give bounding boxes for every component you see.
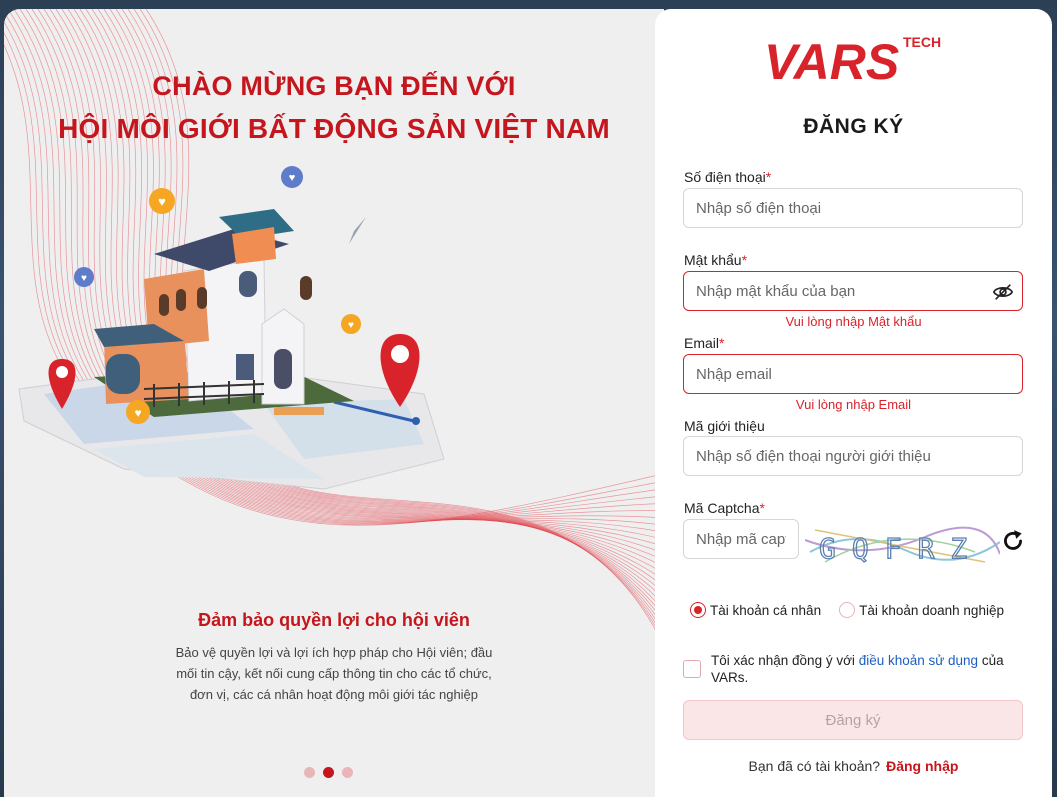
house-illustration: ♥ ♥ ♥ ♥ ♥ (18, 166, 445, 490)
login-prompt-text: Bạn đã có tài khoản? (748, 758, 881, 774)
required-mark: * (719, 335, 725, 351)
phone-label: Số điện thoại* (684, 169, 771, 185)
svg-text:♥: ♥ (348, 320, 354, 331)
welcome-panel: CHÀO MỪNG BẠN ĐẾN VỚI HỘI MÔI GIỚI BẤT Đ… (4, 9, 664, 797)
heart-bubble-icon: ♥ (281, 166, 303, 188)
terms-link[interactable]: điều khoản sử dụng (859, 653, 978, 668)
svg-text:♥: ♥ (158, 194, 166, 209)
required-mark: * (765, 169, 772, 185)
slide-description: Bảo vệ quyền lợi và lợi ích hợp pháp cho… (175, 645, 493, 702)
captcha-input[interactable] (683, 519, 799, 559)
terms-agreement: Tôi xác nhận đồng ý với điều khoản sử dụ… (683, 652, 1023, 686)
carousel-dot[interactable] (342, 767, 353, 778)
welcome-title-line2: HỘI MÔI GIỚI BẤT ĐỘNG SẢN VIỆT NAM (58, 113, 610, 144)
logo-text: VARS (764, 34, 899, 87)
required-mark: * (759, 500, 765, 516)
form-title: ĐĂNG KÝ (803, 115, 904, 138)
carousel-dots (304, 767, 353, 778)
login-link[interactable]: Đăng nhập (886, 758, 958, 774)
referral-label: Mã giới thiệu (684, 418, 765, 434)
email-input[interactable] (683, 354, 1023, 394)
password-label: Mật khẩu* (684, 252, 747, 268)
carousel-dot-active[interactable] (323, 767, 334, 778)
carousel-dot[interactable] (304, 767, 315, 778)
email-label: Email* (684, 335, 724, 351)
logo-subtext: TECH (903, 34, 941, 50)
svg-text:♥: ♥ (81, 273, 87, 284)
password-error: Vui lòng nhập Mật khẩu (785, 314, 922, 329)
terms-text: Tôi xác nhận đồng ý với điều khoản sử dụ… (711, 652, 1023, 686)
radio-personal[interactable] (690, 602, 706, 618)
captcha-text: GQFRZ (819, 532, 983, 565)
email-label-text: Email (684, 335, 720, 351)
heart-bubble-icon: ♥ (74, 267, 94, 287)
heart-bubble-icon: ♥ (126, 400, 150, 424)
terms-checkbox[interactable] (683, 660, 701, 678)
phone-input[interactable] (683, 188, 1023, 228)
referral-input[interactable] (683, 436, 1023, 476)
captcha-image: GQFRZ (805, 526, 1000, 566)
login-prompt: Bạn đã có tài khoản? Đăng nhập (655, 758, 1052, 774)
required-mark: * (741, 252, 748, 268)
radio-personal-label[interactable]: Tài khoản cá nhân (710, 603, 821, 618)
refresh-icon[interactable] (1000, 528, 1026, 554)
email-error: Vui lòng nhập Email (795, 397, 912, 412)
eye-off-icon[interactable] (992, 281, 1014, 303)
register-button[interactable]: Đăng ký (683, 700, 1023, 740)
account-type-group: Tài khoản cá nhân Tài khoản doanh nghiệp (690, 602, 1022, 618)
svg-text:♥: ♥ (134, 406, 141, 420)
password-label-text: Mật khẩu (684, 252, 742, 268)
welcome-title-line1: CHÀO MỪNG BẠN ĐẾN VỚI (152, 71, 516, 101)
heart-bubble-icon: ♥ (149, 188, 175, 214)
phone-label-text: Số điện thoại (684, 169, 766, 185)
vars-logo: VARS TECH (764, 34, 941, 87)
password-input[interactable] (683, 271, 1023, 311)
captcha-label: Mã Captcha* (684, 500, 765, 516)
register-panel: VARS TECH ĐĂNG KÝ Số điện thoại* Mật khẩ… (655, 9, 1052, 797)
slide-title: Đảm bảo quyền lợi cho hội viên (198, 610, 470, 630)
radio-business-label[interactable]: Tài khoản doanh nghiệp (859, 603, 1004, 618)
heart-bubble-icon: ♥ (341, 314, 361, 334)
captcha-label-text: Mã Captcha (684, 500, 760, 516)
svg-text:♥: ♥ (289, 172, 296, 184)
radio-business[interactable] (839, 602, 856, 618)
terms-prefix: Tôi xác nhận đồng ý với (711, 653, 859, 668)
